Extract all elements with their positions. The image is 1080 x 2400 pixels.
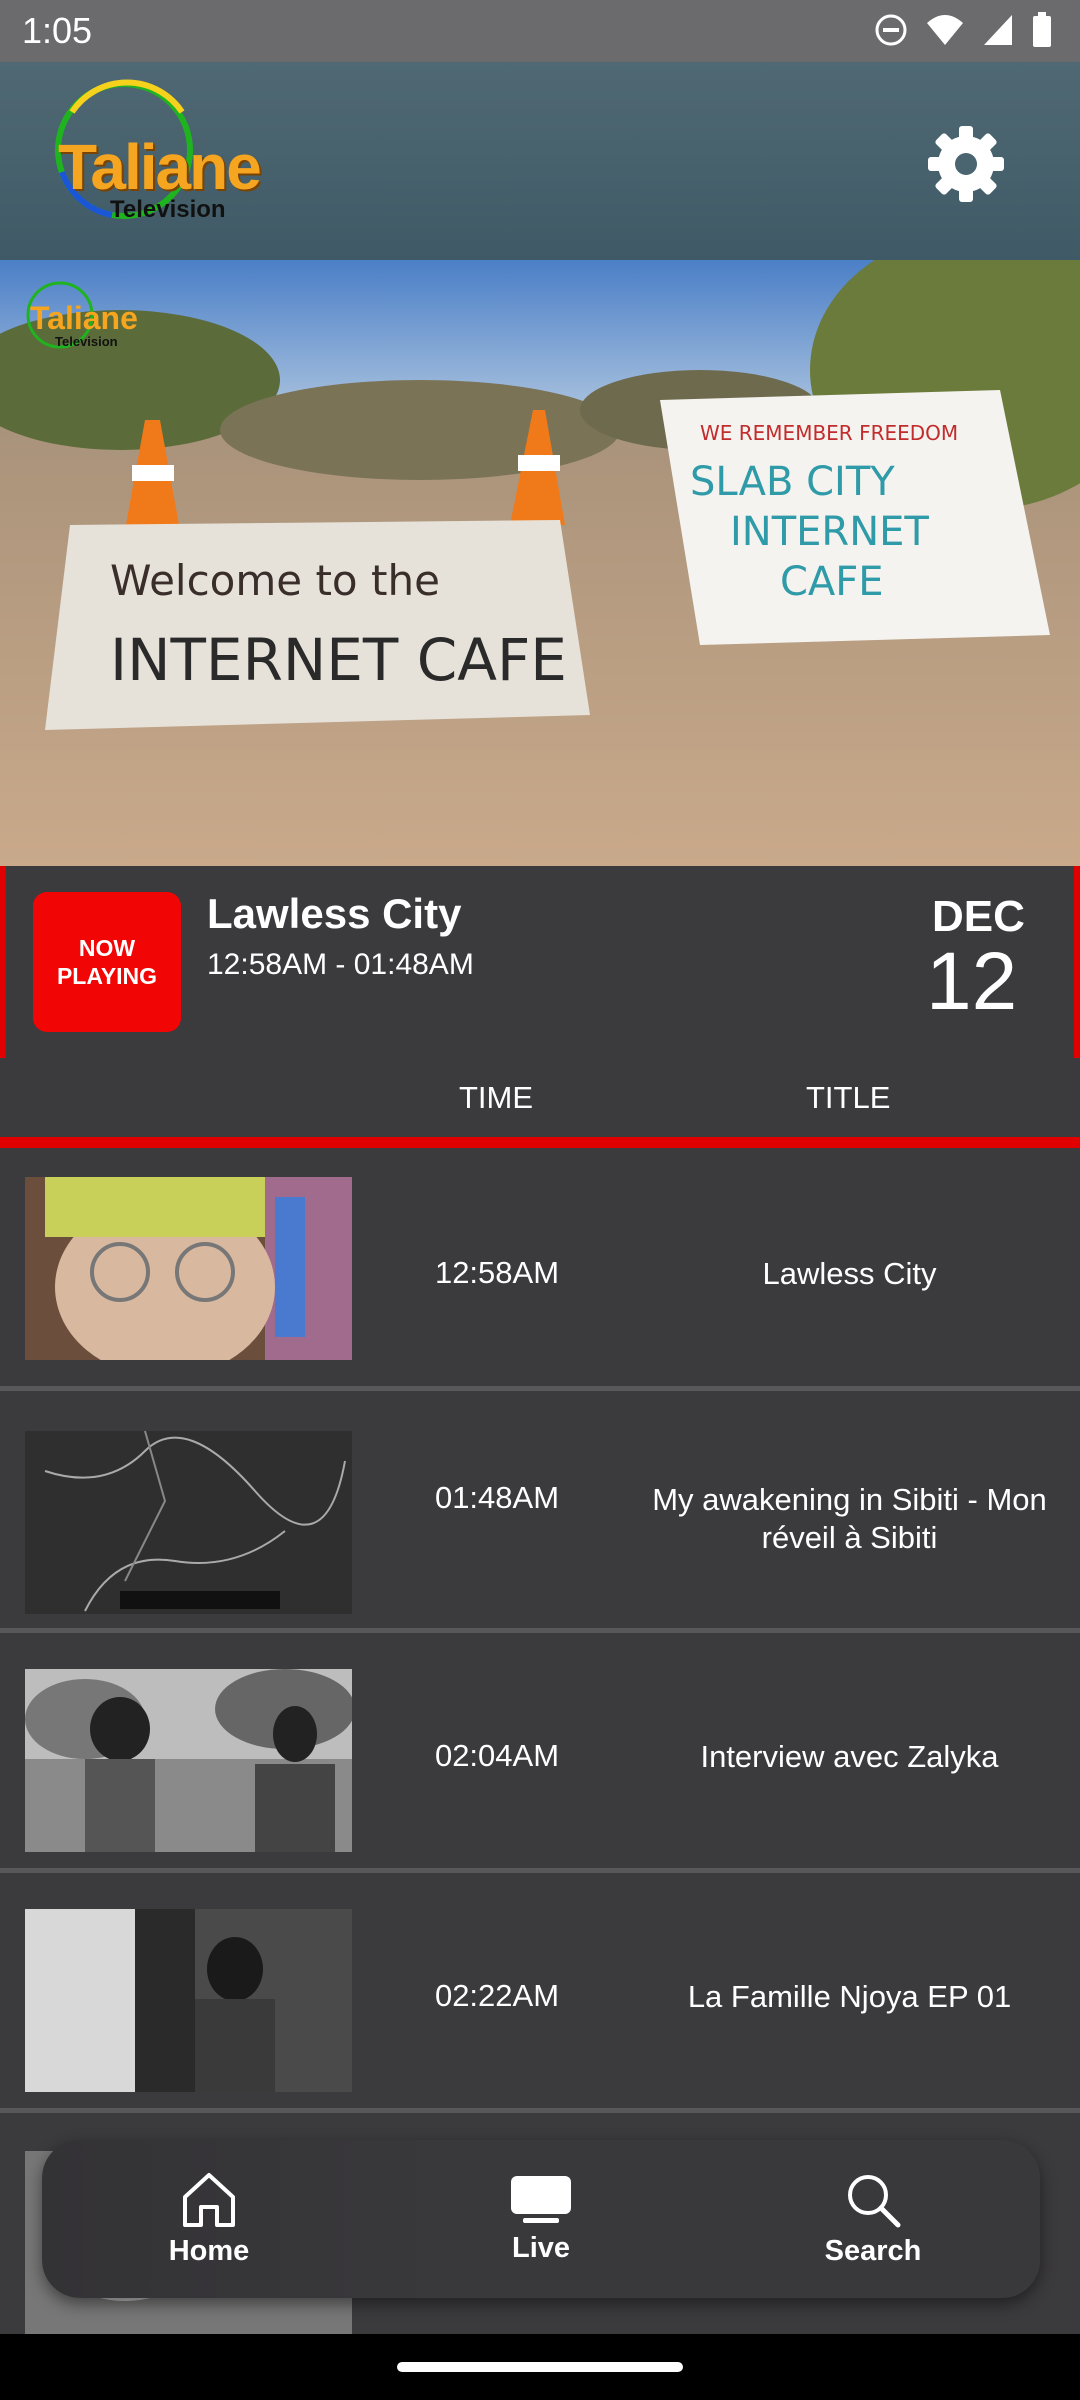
battery-icon	[1033, 12, 1051, 47]
do-not-disturb-icon	[875, 14, 907, 46]
program-time: 02:04AM	[434, 1738, 560, 1773]
program-thumbnail	[25, 1431, 352, 1614]
sign-left-line1: Welcome to the	[110, 556, 440, 605]
program-title: La Famille Njoya EP 01	[687, 1979, 1012, 2014]
schedule-row[interactable]: 02:04AM Interview avec Zalyka	[0, 1635, 1080, 1873]
nav-live-label: Live	[511, 2231, 571, 2264]
settings-button[interactable]	[924, 122, 1008, 206]
program-title: My awakening in Sibiti - Mon réveil à Si…	[652, 1482, 1047, 1555]
program-time: 02:22AM	[434, 1978, 560, 2013]
nav-live[interactable]: Live	[414, 2140, 668, 2298]
program-time: 12:58AM	[434, 1255, 560, 1290]
logo-text: Taliane	[58, 131, 262, 203]
schedule-row[interactable]: 01:48AM My awakening in Sibiti - Mon rév…	[0, 1395, 1080, 1633]
schedule-row[interactable]: 12:58AM Lawless City	[0, 1153, 1080, 1391]
home-gesture-pill[interactable]	[397, 2362, 683, 2372]
now-playing-title: Lawless City	[207, 890, 462, 937]
tv-icon	[511, 2175, 571, 2223]
hero-watermark-sub: Television	[55, 334, 118, 349]
wifi-icon	[927, 15, 963, 45]
sign-left-line2: INTERNET CAFE	[110, 626, 567, 694]
now-playing-badge: NOW PLAYING	[33, 892, 181, 1032]
sign-right-line1: SLAB CITY	[690, 459, 895, 505]
program-time: 01:48AM	[434, 1480, 560, 1515]
column-header-title: TITLE	[806, 1080, 891, 1115]
gear-icon	[928, 126, 1004, 202]
sign-right-line2: INTERNET	[730, 509, 929, 555]
column-header-time: TIME	[459, 1080, 534, 1115]
sign-right-line3: CAFE	[780, 559, 884, 605]
live-video-player[interactable]: Welcome to the INTERNET CAFE WE REMEMBER…	[0, 260, 1080, 866]
now-playing-day: 12	[926, 936, 1018, 1027]
badge-line1: NOW	[78, 935, 136, 961]
program-title: Interview avec Zalyka	[700, 1739, 999, 1774]
search-icon	[848, 2174, 901, 2227]
now-playing-time-range: 12:58AM - 01:48AM	[207, 948, 474, 981]
program-thumbnail	[25, 1177, 352, 1360]
logo-subtext: Television	[110, 196, 226, 223]
status-icons	[874, 12, 1052, 48]
status-time: 1:05	[22, 10, 93, 51]
home-icon	[183, 2172, 235, 2227]
badge-line2: PLAYING	[56, 963, 158, 989]
nav-search-label: Search	[824, 2234, 922, 2267]
signal-icon	[984, 15, 1012, 45]
sign-right-top: WE REMEMBER FREEDOM	[700, 421, 958, 445]
program-thumbnail	[25, 1909, 352, 2092]
red-divider	[0, 1137, 1080, 1148]
nav-home-label: Home	[168, 2234, 250, 2267]
bottom-navigation: Home Live Search	[42, 2140, 1040, 2298]
hero-watermark: Taliane	[30, 300, 138, 336]
program-thumbnail	[25, 1669, 352, 1852]
schedule-row[interactable]: 02:22AM La Famille Njoya EP 01	[0, 1875, 1080, 2113]
program-title: Lawless City	[762, 1256, 937, 1291]
video-frame: Welcome to the INTERNET CAFE WE REMEMBER…	[0, 260, 1080, 866]
taliane-logo[interactable]: Taliane Television	[52, 72, 292, 232]
nav-search[interactable]: Search	[746, 2140, 1000, 2298]
nav-home[interactable]: Home	[82, 2140, 336, 2298]
